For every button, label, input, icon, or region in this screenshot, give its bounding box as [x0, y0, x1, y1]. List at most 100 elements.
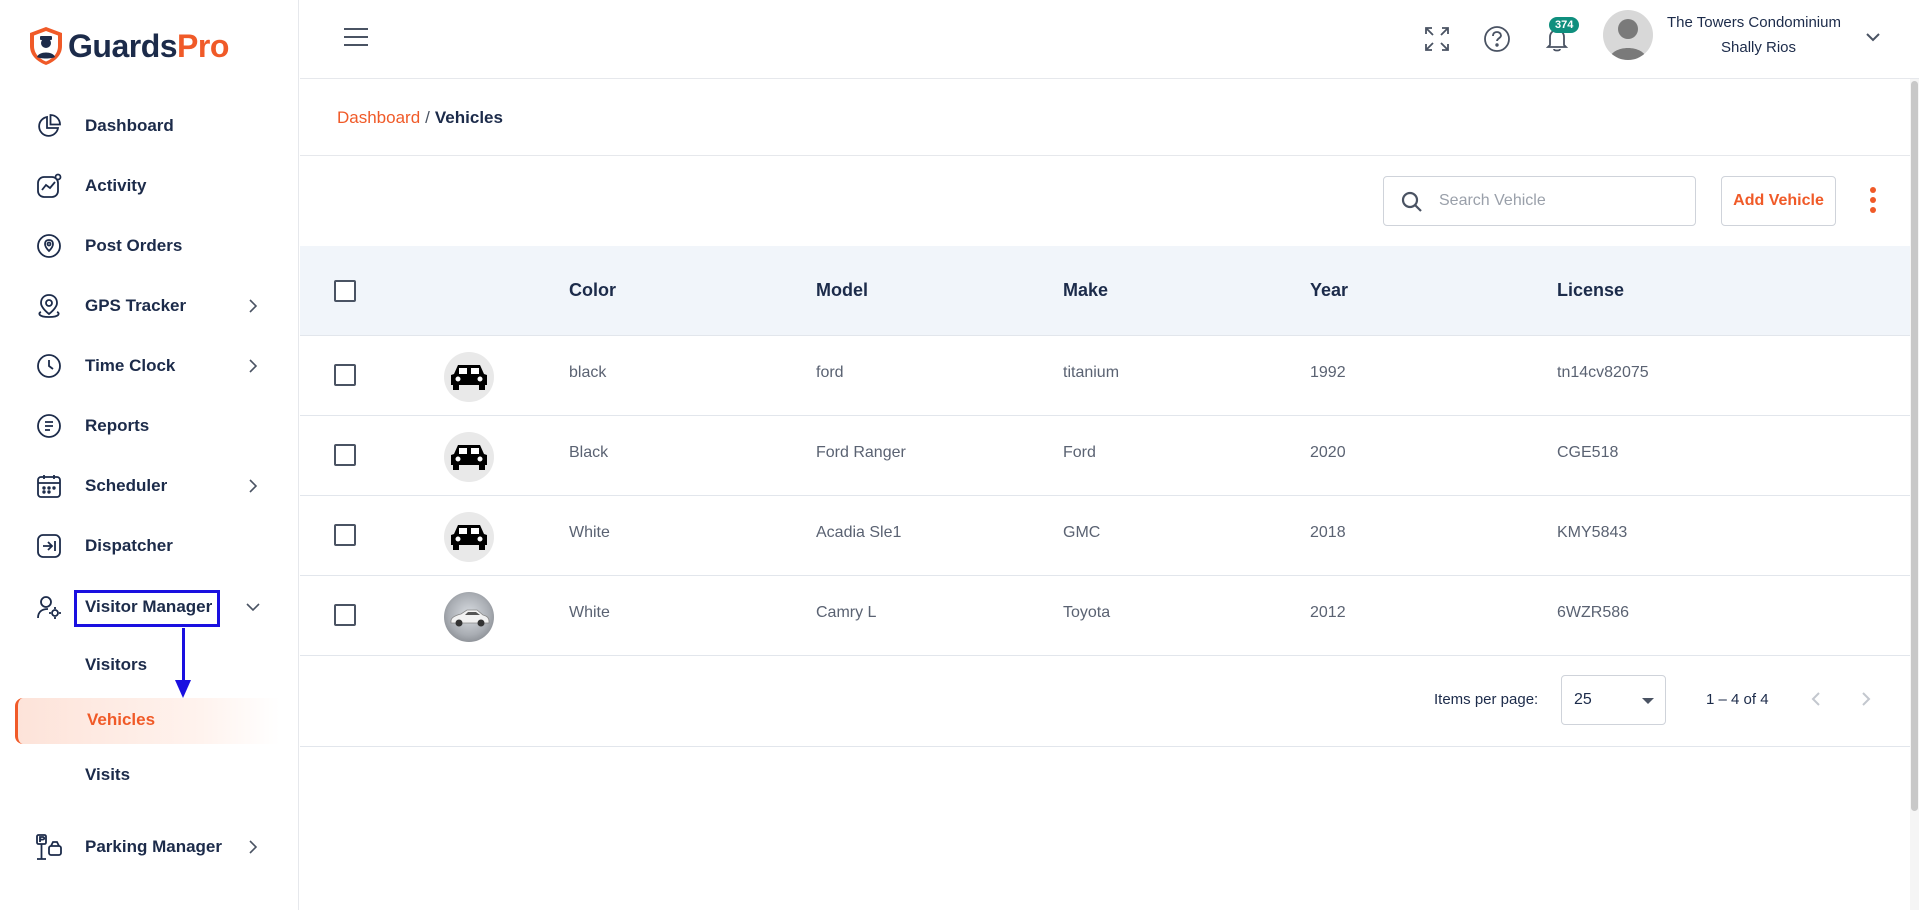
cell-make: Ford [1063, 444, 1096, 461]
brand-name: GuardsPro [68, 27, 229, 64]
more-options-icon[interactable] [1867, 187, 1879, 217]
cell-make: Toyota [1063, 604, 1111, 621]
sidebar-item-parking-manager[interactable]: Parking Manager [0, 822, 299, 872]
cell-make: GMC [1063, 524, 1101, 541]
row-checkbox[interactable] [334, 524, 356, 546]
annotation-highlight-box [74, 590, 220, 627]
chevron-right-icon [249, 840, 258, 854]
items-per-page-select[interactable]: 25 [1561, 675, 1666, 725]
sidebar-item-time-clock[interactable]: Time Clock [0, 341, 299, 391]
sidebar-item-scheduler[interactable]: Scheduler [0, 461, 299, 511]
search-box[interactable] [1383, 176, 1696, 226]
annotation-arrow-line [182, 628, 185, 683]
table-row[interactable]: Black Ford Ranger Ford 2020 CGE518 [300, 416, 1910, 496]
cell-color: black [569, 364, 607, 381]
activity-graph-icon [34, 171, 64, 201]
column-header-year[interactable]: Year [1310, 280, 1348, 301]
scrollbar[interactable] [1910, 79, 1919, 910]
select-all-checkbox[interactable] [334, 280, 356, 302]
column-header-license[interactable]: License [1557, 280, 1624, 301]
dispatch-arrow-icon [34, 531, 64, 561]
chevron-down-icon[interactable] [1864, 30, 1882, 44]
sidebar: GuardsPro Dashboard Activity Post Orders… [0, 0, 299, 910]
avatar[interactable] [1603, 10, 1653, 60]
sidebar-subitem-vehicles[interactable]: Vehicles [15, 698, 280, 744]
cell-year: 2020 [1310, 444, 1346, 461]
parking-icon [34, 832, 64, 862]
sidebar-item-label: Dispatcher [85, 536, 173, 555]
sidebar-item-label: Post Orders [85, 236, 183, 255]
cell-make: titanium [1063, 364, 1120, 381]
vehicle-image [444, 432, 494, 482]
chevron-down-icon [246, 603, 260, 612]
sidebar-item-reports[interactable]: Reports [0, 401, 299, 451]
cell-color: Black [569, 444, 609, 461]
page-range: 1 – 4 of 4 [1706, 691, 1769, 708]
car-icon [451, 365, 487, 390]
paginator: Items per page: 25 1 – 4 of 4 [300, 655, 1910, 747]
sidebar-item-label: Dashboard [85, 116, 174, 135]
cell-license: tn14cv82075 [1557, 364, 1649, 381]
user-gear-icon [34, 592, 64, 622]
clock-icon [34, 351, 64, 381]
help-icon[interactable] [1482, 24, 1512, 54]
column-header-model[interactable]: Model [816, 280, 868, 301]
chevron-right-icon [249, 299, 258, 313]
notification-badge: 374 [1549, 17, 1580, 33]
row-checkbox[interactable] [334, 444, 356, 466]
calendar-icon [34, 471, 64, 501]
search-input[interactable] [1439, 187, 1679, 215]
dropdown-caret-icon [1642, 698, 1654, 704]
table-row[interactable]: White Acadia Sle1 GMC 2018 KMY5843 [300, 496, 1910, 576]
sidebar-item-label: Reports [85, 416, 150, 435]
sidebar-item-post-orders[interactable]: Post Orders [0, 221, 299, 271]
scrollbar-thumb[interactable] [1911, 81, 1918, 811]
cell-license: CGE518 [1557, 444, 1619, 461]
add-vehicle-button[interactable]: Add Vehicle [1721, 176, 1836, 226]
report-list-icon [34, 411, 64, 441]
vehicle-image [444, 352, 494, 402]
breadcrumb-separator: / [425, 108, 430, 127]
top-header: 374 The Towers Condominium Shally Rios [300, 0, 1919, 79]
sidebar-item-dispatcher[interactable]: Dispatcher [0, 521, 299, 571]
car-photo [450, 609, 490, 627]
table-row[interactable]: black ford titanium 1992 tn14cv82075 [300, 336, 1910, 416]
location-badge-icon [34, 231, 64, 261]
breadcrumb-dashboard-link[interactable]: Dashboard [337, 108, 420, 127]
car-icon [451, 525, 487, 550]
sidebar-subitem-visitors[interactable]: Visitors [0, 643, 299, 689]
cell-color: White [569, 604, 610, 621]
sidebar-subitem-visits[interactable]: Visits [0, 753, 299, 799]
cell-model: Acadia Sle1 [816, 524, 902, 541]
sidebar-subitem-label: Vehicles [87, 710, 156, 729]
column-header-color[interactable]: Color [569, 280, 616, 301]
sidebar-item-activity[interactable]: Activity [0, 161, 299, 211]
sidebar-item-gps-tracker[interactable]: GPS Tracker [0, 281, 299, 331]
cell-year: 2012 [1310, 604, 1346, 621]
cell-license: 6WZR586 [1557, 604, 1630, 621]
logo[interactable]: GuardsPro [28, 26, 229, 66]
previous-page-icon[interactable] [1806, 689, 1826, 709]
menu-toggle-icon[interactable] [344, 28, 368, 48]
sidebar-item-dashboard[interactable]: Dashboard [0, 101, 299, 151]
row-checkbox[interactable] [334, 364, 356, 386]
sidebar-item-label: Activity [85, 176, 147, 195]
fullscreen-icon[interactable] [1422, 24, 1452, 54]
pie-chart-icon [34, 111, 64, 141]
cell-model: ford [816, 364, 844, 381]
breadcrumb-current: Vehicles [434, 108, 503, 127]
column-header-make[interactable]: Make [1063, 280, 1108, 301]
table-row[interactable]: White Camry L Toyota 2012 6WZR586 [300, 576, 1910, 656]
cell-license: KMY5843 [1557, 524, 1628, 541]
sidebar-item-label: Parking Manager [85, 837, 222, 856]
sidebar-item-label: Scheduler [85, 476, 168, 495]
sidebar-item-label: GPS Tracker [85, 296, 187, 315]
table-header: Color Model Make Year License [300, 246, 1910, 336]
row-checkbox[interactable] [334, 604, 356, 626]
next-page-icon[interactable] [1856, 689, 1876, 709]
cell-model: Ford Ranger [816, 444, 906, 461]
user-name: Shally Rios [1721, 39, 1797, 56]
search-icon [1401, 191, 1422, 212]
breadcrumb: Dashboard / Vehicles [337, 108, 503, 128]
cell-color: White [569, 524, 610, 541]
